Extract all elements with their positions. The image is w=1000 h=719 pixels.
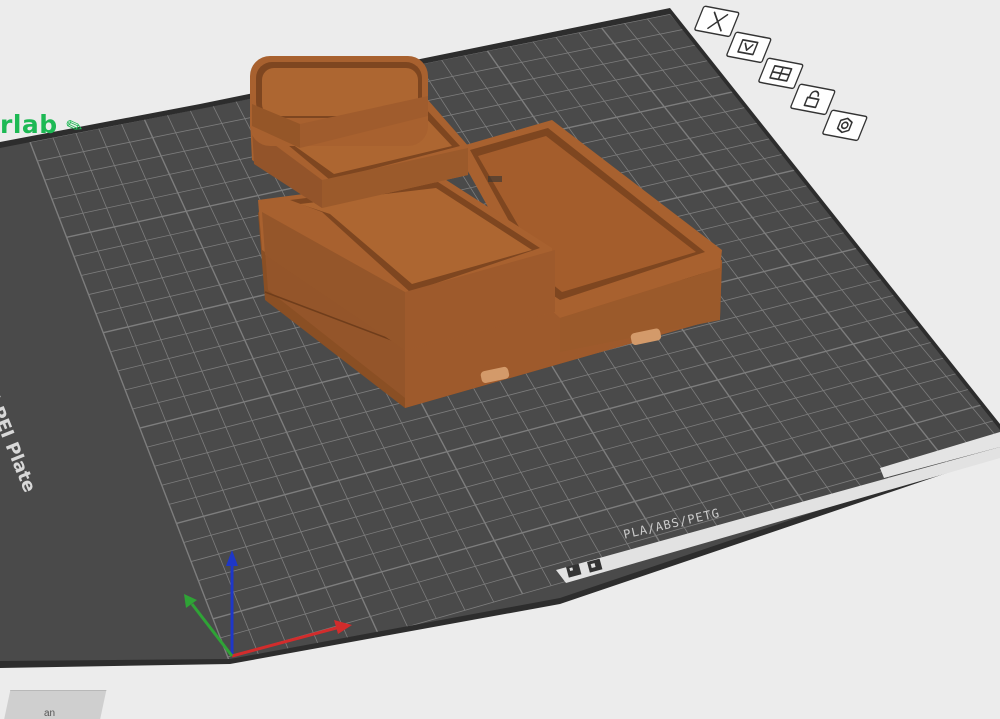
build-plate-scene[interactable] bbox=[0, 0, 1000, 719]
plate-settings-button[interactable] bbox=[822, 109, 868, 142]
3d-viewport[interactable]: rlab✎ Textured PEI Plate PLA/ABS/PETG an bbox=[0, 0, 1000, 719]
lock-plate-button[interactable] bbox=[790, 83, 836, 116]
brand-logo-text: rlab ✎ bbox=[0, 110, 87, 141]
bottom-tab-label: an bbox=[44, 708, 56, 719]
auto-orient-button[interactable] bbox=[758, 57, 804, 90]
arrange-button[interactable] bbox=[726, 31, 772, 64]
pencil-icon: ✎ bbox=[62, 111, 87, 141]
remove-plate-button[interactable] bbox=[694, 5, 740, 38]
